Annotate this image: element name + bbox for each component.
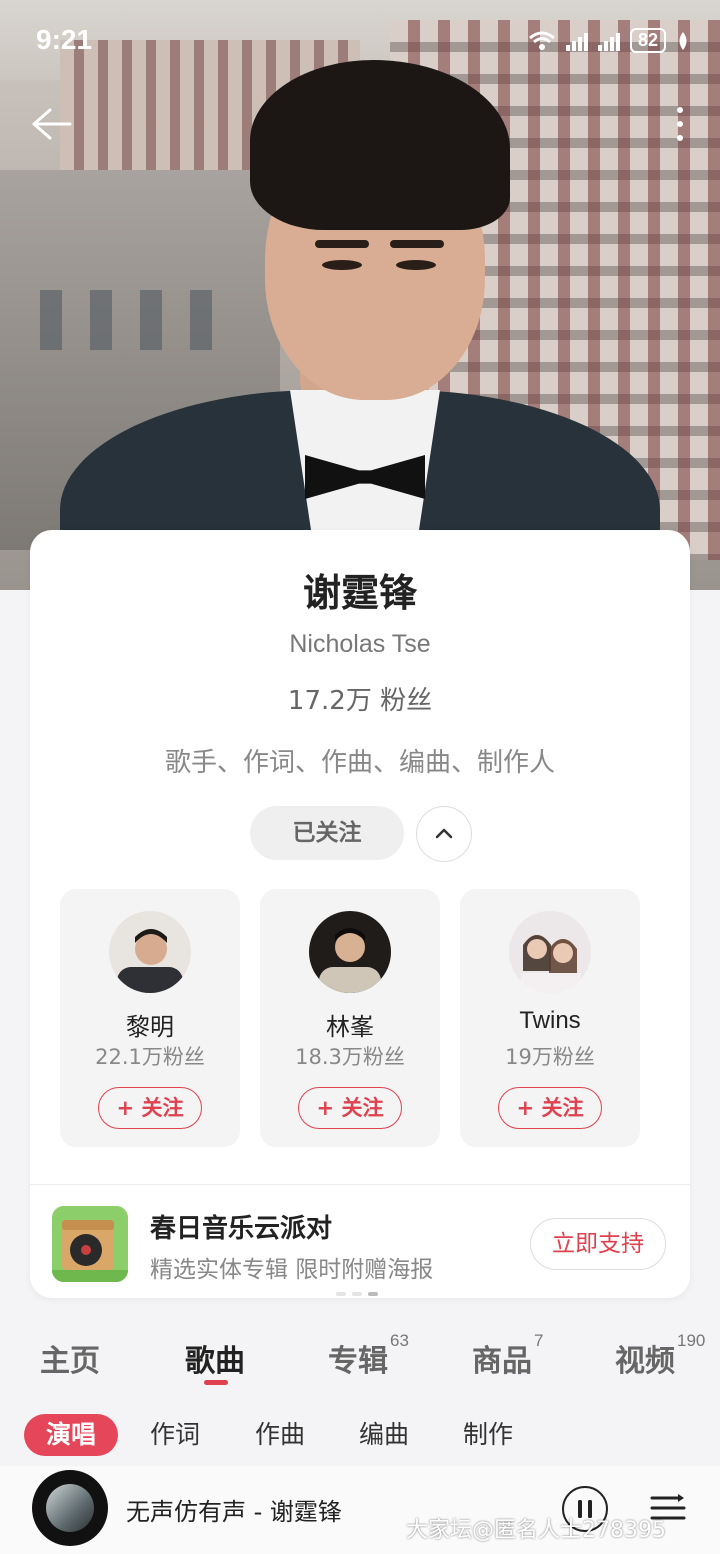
artist-fan-count: 17.2万 粉丝	[287, 686, 433, 716]
carousel-indicator	[336, 1292, 378, 1296]
subtab-compose[interactable]: 作曲	[255, 1414, 305, 1456]
subtab-arrange[interactable]: 编曲	[359, 1414, 409, 1456]
album-disc	[32, 1470, 108, 1546]
tab-count: 63	[390, 1331, 409, 1350]
recommended-artist-fans: 19万粉丝	[505, 1045, 595, 1069]
promo-title: 春日音乐云派对	[150, 1214, 333, 1244]
active-tab-indicator	[204, 1380, 228, 1385]
recommended-artist-fans: 22.1万粉丝	[95, 1045, 205, 1069]
avatar	[309, 911, 391, 993]
more-options-icon[interactable]	[670, 104, 690, 144]
recommended-artist-card[interactable]: 黎明 22.1万粉丝 + 关注	[60, 889, 240, 1147]
subtab-produce[interactable]: 制作	[463, 1414, 513, 1456]
collapse-recommendations-button[interactable]	[416, 806, 472, 862]
promo-subtitle: 精选实体专辑 限时附赠海报	[150, 1257, 434, 1283]
subtab-lyrics[interactable]: 作词	[150, 1414, 200, 1456]
artist-profile-card: 谢霆锋 Nicholas Tse 17.2万 粉丝 歌手、作词、作曲、编曲、制作…	[30, 530, 690, 1298]
leaf-icon	[679, 31, 687, 50]
signal-icon	[597, 31, 620, 51]
tab-products[interactable]: 商品7	[472, 1331, 543, 1380]
recommended-artist-name: 林峯	[326, 1013, 374, 1041]
tab-songs[interactable]: 歌曲	[185, 1336, 245, 1380]
now-playing-title: 无声仿有声 - 谢霆锋	[126, 1498, 342, 1526]
subtab-sing[interactable]: 演唱	[24, 1414, 119, 1456]
support-now-button[interactable]: 立即支持	[530, 1218, 666, 1270]
watermark-text: 大家坛@匿名人士278395	[406, 1518, 666, 1543]
tab-videos[interactable]: 视频190	[615, 1331, 705, 1380]
avatar	[509, 911, 591, 993]
avatar	[109, 911, 191, 993]
artist-name: 谢霆锋	[302, 571, 417, 615]
clock: 9:21	[36, 24, 93, 55]
recommended-artist-name: Twins	[519, 1007, 581, 1034]
artist-roles: 歌手、作词、作曲、编曲、制作人	[164, 748, 555, 778]
tab-count: 190	[677, 1331, 706, 1350]
recommended-artist-name: 黎明	[126, 1013, 174, 1041]
tab-count: 7	[534, 1331, 544, 1350]
followed-button[interactable]: 已关注	[250, 806, 404, 860]
artist-portrait	[60, 60, 660, 590]
status-bar: 9:21 82	[0, 0, 720, 80]
chevron-up-icon	[435, 828, 452, 838]
artist-english-name: Nicholas Tse	[289, 630, 431, 658]
artist-cover-photo: 9:21 82	[0, 0, 720, 590]
divider	[30, 1184, 690, 1185]
tab-albums[interactable]: 专辑63	[328, 1331, 409, 1380]
follow-button[interactable]: + 关注	[298, 1087, 402, 1129]
follow-button[interactable]: + 关注	[98, 1087, 202, 1129]
wifi-icon	[529, 31, 555, 50]
recommended-artist-card[interactable]: Twins 19万粉丝 + 关注	[460, 889, 640, 1147]
tab-home[interactable]: 主页	[40, 1336, 100, 1380]
recommended-artist-fans: 18.3万粉丝	[295, 1045, 405, 1069]
back-arrow-icon[interactable]	[30, 104, 74, 144]
promo-album-icon[interactable]	[52, 1206, 128, 1282]
signal-icon	[565, 31, 588, 51]
follow-button[interactable]: + 关注	[498, 1087, 602, 1129]
recommended-artist-card[interactable]: 林峯 18.3万粉丝 + 关注	[260, 889, 440, 1147]
battery-icon: 82	[629, 28, 666, 53]
